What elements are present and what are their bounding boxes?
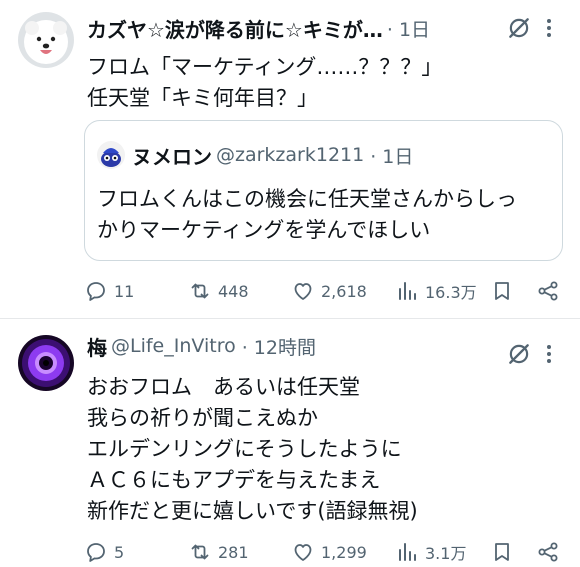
grok-icon[interactable]	[506, 341, 532, 367]
repost-icon	[191, 544, 209, 560]
quoted-handle: @zarkzark1211	[216, 144, 365, 166]
purple-eye-avatar-image	[18, 335, 74, 391]
repost-button[interactable]: 448	[188, 276, 249, 306]
views-button[interactable]: 16.3万	[395, 276, 477, 306]
post[interactable]: 梅 @Life_InVitro · 12時間 おおフロム あるいは任天堂 我らの…	[0, 319, 580, 567]
post-actions: 5 281 1,299 3.1万	[84, 537, 562, 567]
avatar-dog[interactable]	[18, 12, 74, 68]
display-name[interactable]: カズヤ☆涙が降る前に☆キミが…	[87, 14, 383, 43]
reply-icon	[87, 543, 105, 562]
reply-icon	[87, 282, 105, 301]
share-button[interactable]	[536, 537, 560, 567]
post-actions: 11 448 2,618 16.3万	[84, 276, 562, 306]
grok-icon[interactable]	[506, 15, 532, 41]
post-header: カズヤ☆涙が降る前に☆キミが… · 1日	[87, 14, 430, 42]
views-chart-icon	[399, 543, 416, 561]
share-icon	[538, 281, 558, 301]
repost-icon	[191, 283, 209, 299]
views-button[interactable]: 3.1万	[395, 537, 466, 567]
quoted-avatar-image	[97, 141, 125, 169]
post-time[interactable]: · 1日	[387, 15, 430, 42]
bookmark-button[interactable]	[490, 276, 514, 306]
like-count: 2,618	[321, 281, 367, 301]
quoted-post[interactable]: ヌメロン @zarkzark1211 · 1日 フロムくんはこの機会に任天堂さん…	[84, 120, 563, 261]
quoted-time: · 1日	[370, 145, 414, 168]
avatar-purple[interactable]	[18, 335, 74, 391]
post-header: 梅 @Life_InVitro · 12時間	[87, 332, 316, 360]
repost-count: 281	[218, 542, 249, 562]
like-button[interactable]: 1,299	[291, 537, 367, 567]
bookmark-icon	[495, 282, 509, 300]
reply-button[interactable]: 5	[84, 537, 124, 567]
share-button[interactable]	[536, 276, 560, 306]
repost-button[interactable]: 281	[188, 537, 249, 567]
quoted-avatar	[97, 141, 125, 169]
more-dots-icon[interactable]	[538, 341, 560, 367]
views-chart-icon	[399, 282, 416, 300]
post-time[interactable]: · 12時間	[242, 333, 316, 360]
reply-count: 11	[114, 281, 135, 301]
post-text: おおフロム あるいは任天堂 我らの祈りが聞こえぬか エルデンリングにそうしたよう…	[87, 375, 418, 523]
share-icon	[538, 542, 558, 562]
reply-button[interactable]: 11	[84, 276, 134, 306]
handle[interactable]: @Life_InVitro	[111, 335, 236, 357]
view-count: 3.1万	[425, 544, 467, 563]
display-name[interactable]: 梅	[87, 332, 107, 361]
reply-count: 5	[114, 542, 125, 562]
heart-icon	[294, 544, 312, 561]
view-count: 16.3万	[425, 283, 477, 302]
post-text: フロム「マーケティング……？？？」 任天堂「キミ何年目？」	[87, 55, 443, 110]
heart-icon	[294, 283, 312, 300]
quoted-header: ヌメロン @zarkzark1211 · 1日	[132, 141, 413, 169]
post[interactable]: カズヤ☆涙が降る前に☆キミが… · 1日 フロム「マーケティング……？？？」 任…	[0, 0, 580, 318]
like-count: 1,299	[321, 542, 367, 562]
bookmark-icon	[495, 543, 509, 561]
like-button[interactable]: 2,618	[291, 276, 367, 306]
more-dots-icon[interactable]	[538, 15, 560, 41]
bookmark-button[interactable]	[490, 537, 514, 567]
dog-avatar-image	[18, 12, 74, 68]
quoted-display-name: ヌメロン	[132, 144, 212, 169]
repost-count: 448	[218, 281, 249, 301]
quoted-text: フロムくんはこの機会に任天堂さんからしっ かりマーケティングを学んでほしい	[97, 187, 517, 242]
